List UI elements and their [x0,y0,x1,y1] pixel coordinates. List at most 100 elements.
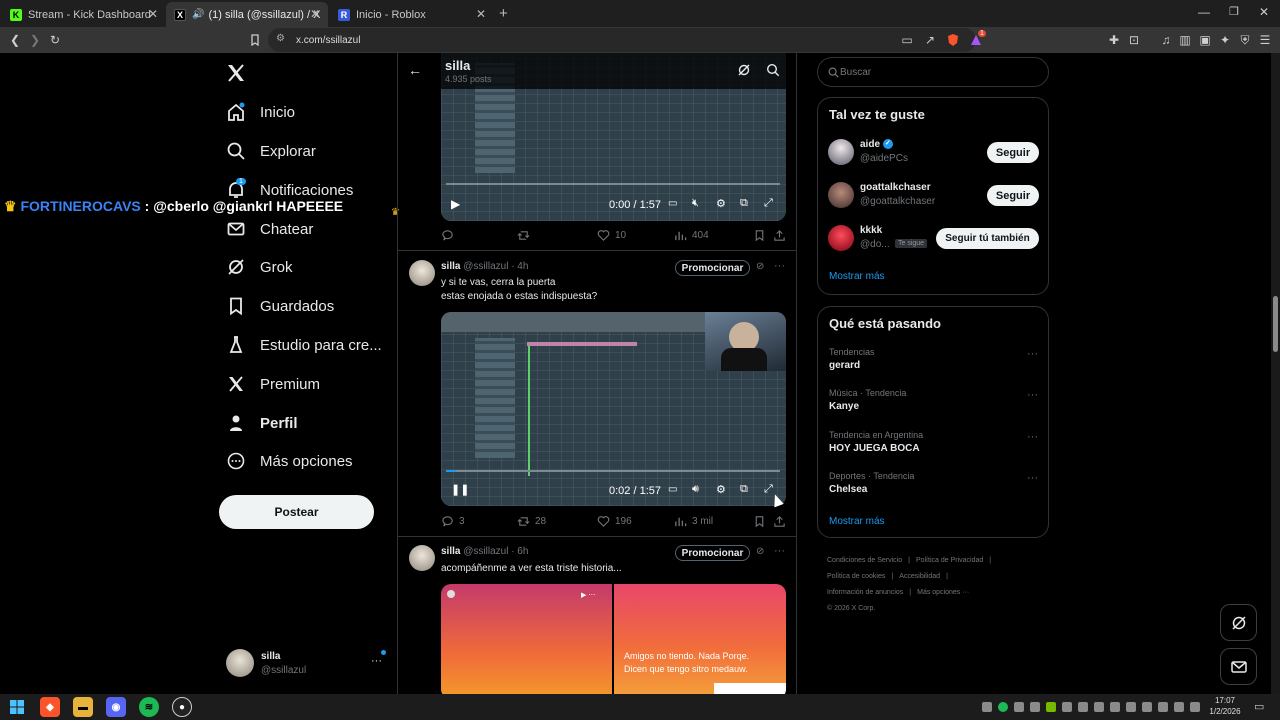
vpn-icon[interactable]: ⛨ [1236,31,1254,49]
network-icon[interactable] [1142,702,1152,712]
close-icon[interactable]: ✕ [148,7,158,21]
spotify-tray-icon[interactable] [998,702,1008,712]
scrollbar-thumb[interactable] [1273,296,1278,352]
video-progress-bar[interactable] [446,183,780,185]
nav-item-inicio[interactable]: Inicio [226,97,295,127]
back-arrow-icon[interactable]: ← [408,62,422,78]
promote-button[interactable]: Promocionar [675,545,750,561]
post-button[interactable]: Postear [219,495,374,529]
footer-link[interactable]: Información de anuncios [827,589,903,596]
menu-icon[interactable]: ☰ [1256,31,1274,49]
more-icon[interactable]: ··· [1027,348,1038,360]
restore-icon[interactable]: ❐ [1229,5,1239,18]
address-bar[interactable]: ⚙ x.com/ssillazul [268,28,976,52]
trend-name[interactable]: HOY JUEGA BOCA [829,443,920,454]
fullscreen-icon[interactable]: ⤢ [764,483,773,496]
steam-tray-icon[interactable] [1078,702,1088,712]
tray-icon[interactable] [982,702,992,712]
nav-item-explorar[interactable]: Explorar [226,136,316,166]
author-name[interactable]: silla [441,546,460,557]
follow-button[interactable]: Seguir [987,142,1039,163]
play-icon[interactable]: ▶ [451,197,460,211]
avatar[interactable] [828,139,854,165]
tab-roblox[interactable]: R Inicio - Roblox ✕ [330,2,494,27]
bookmark-button[interactable] [753,229,771,242]
footer-link[interactable]: Política de cookies [827,573,885,580]
footer-link[interactable]: Accesibilidad [899,573,940,580]
extensions-icon[interactable]: ✚ [1105,31,1123,49]
windows-start-icon[interactable] [7,697,27,717]
follow-button[interactable]: Seguir [987,185,1039,206]
screenshot-icon[interactable]: ⊡ [1125,31,1143,49]
avatar[interactable] [828,182,854,208]
views-button[interactable]: 3 mil [674,515,713,528]
volume-icon[interactable]: 🔊︎ [692,483,699,496]
spotify-icon[interactable]: ≋ [139,697,159,717]
captions-icon[interactable]: ▭ [668,198,677,209]
bookmark-button[interactable] [753,515,771,528]
minimize-icon[interactable]: — [1198,5,1210,19]
grok-icon[interactable] [737,63,751,82]
author-name[interactable]: silla [441,261,460,272]
back-icon[interactable]: ❮ [6,31,24,49]
grok-icon[interactable]: ⊘ [756,261,764,272]
grok-icon[interactable]: ⊘ [756,546,764,557]
x-logo-icon[interactable] [226,63,246,83]
more-icon[interactable]: ··· [774,545,785,557]
tray-icon[interactable] [1174,702,1184,712]
pip-icon[interactable]: ⧉ [740,483,748,496]
more-icon[interactable]: ··· [774,260,785,272]
pause-icon[interactable]: ❚❚ [451,483,469,496]
tab-kick[interactable]: K Stream - Kick Dashboard ✕ [2,2,166,27]
wallet-icon[interactable]: ▣ [1196,31,1214,49]
reply-button[interactable]: 3 [441,515,465,528]
reload-icon[interactable]: ↻ [46,31,64,49]
search-input[interactable] [840,63,1040,81]
volume-icon[interactable] [1190,702,1200,712]
nav-item-premium[interactable]: Premium [226,369,320,399]
reply-button[interactable] [441,229,459,242]
more-icon[interactable]: ··· [1027,389,1038,401]
search-box[interactable] [817,57,1049,87]
nav-item-perfil[interactable]: Perfil [226,408,298,438]
trend-name[interactable]: gerard [829,360,860,371]
trend-name[interactable]: Chelsea [829,484,867,495]
more-icon[interactable]: ··· [1027,431,1038,443]
brave-rewards-icon[interactable]: 1 [967,30,986,49]
cast-icon[interactable]: ▭ [898,31,916,49]
video-player[interactable]: ❚❚ 0:02 / 1:57 ▭ 🔊︎ ⚙ ⧉ ⤢ [441,312,786,506]
nav-item-mas-opciones[interactable]: Más opciones [226,446,353,476]
trend-name[interactable]: Kanye [829,401,859,412]
tab-x[interactable]: X 🔊 (1) silla (@ssillazul) / X ✕ [166,2,328,27]
nvidia-tray-icon[interactable] [1046,702,1056,712]
tray-icon[interactable] [1014,702,1024,712]
brave-shields-icon[interactable] [944,31,962,49]
leo-icon[interactable]: ✦ [1216,31,1234,49]
close-icon[interactable]: ✕ [476,7,486,21]
tray-icon[interactable] [1110,702,1120,712]
promote-button[interactable]: Promocionar [675,260,750,276]
notification-center-icon[interactable]: ▭ [1254,700,1264,713]
tray-icon[interactable] [1030,702,1040,712]
user-name[interactable]: kkkk [860,225,882,236]
tray-icon[interactable] [1094,702,1104,712]
mute-icon[interactable]: 🔇︎ [692,197,699,210]
like-button[interactable]: 196 [597,515,632,528]
footer-link[interactable]: Política de Privacidad [916,557,983,564]
sidebar-icon[interactable]: ▥ [1176,31,1194,49]
messages-float-button[interactable] [1220,648,1257,685]
avatar[interactable] [828,225,854,251]
new-tab-button[interactable]: + [499,5,508,22]
share-button[interactable] [773,229,791,242]
bookmark-page-icon[interactable] [246,31,264,49]
show-more-link[interactable]: Mostrar más [829,271,885,282]
obs-icon[interactable]: ● [172,697,192,717]
post-image[interactable]: ▶ ⋯ Amigos no tiendo. Nada Porqe. Dicen … [441,584,786,694]
clock-time[interactable]: 17:07 [1212,696,1238,705]
user-name[interactable]: goattalkchaser [860,182,931,193]
clock-date[interactable]: 1/2/2026 [1205,707,1245,716]
avatar[interactable] [409,260,435,286]
repost-button[interactable] [517,229,535,242]
discord-icon[interactable]: ◉ [106,697,126,717]
page-scrollbar[interactable] [1271,53,1280,694]
